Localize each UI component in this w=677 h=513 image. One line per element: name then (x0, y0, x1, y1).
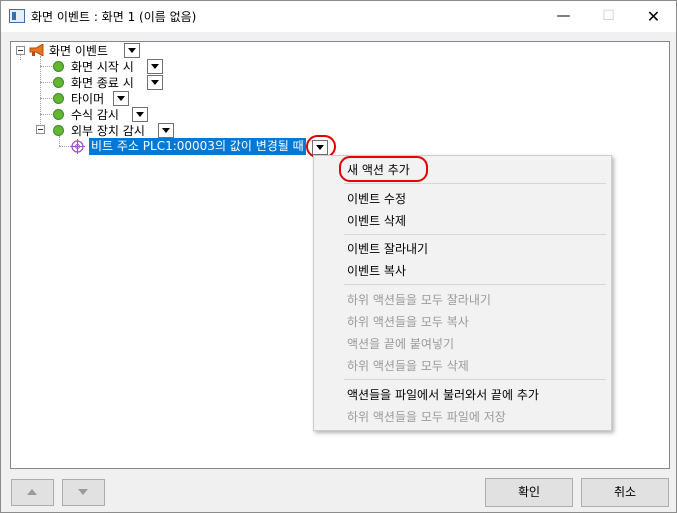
tree-connector (59, 136, 60, 146)
menu-item-paste-action-at-end: 액션을 끝에 붙여넣기 (347, 337, 454, 351)
status-dot-icon (53, 61, 64, 72)
arrow-down-icon (78, 489, 88, 495)
collapse-toggle-external-device[interactable] (36, 125, 45, 134)
status-dot-icon (53, 125, 64, 136)
expression-watch-dropdown-button[interactable] (132, 107, 148, 122)
event-dialog: 화면 이벤트 : 화면 1 (이름 없음) — ☐ ✕ 화면 이벤트 화면 시작… (0, 0, 677, 513)
move-down-button (62, 479, 105, 506)
menu-item-edit-event[interactable]: 이벤트 수정 (347, 190, 406, 207)
minimize-button[interactable]: — (541, 1, 586, 32)
tree-connector (40, 56, 41, 132)
tree-node-timer[interactable]: 타이머 (71, 90, 104, 107)
tree-connector (40, 114, 52, 115)
ok-button[interactable]: 확인 (485, 478, 573, 507)
app-icon (9, 9, 25, 23)
tree-node-root[interactable]: 화면 이벤트 (49, 42, 108, 59)
context-menu: 새 액션 추가 이벤트 수정 이벤트 삭제 이벤트 잘라내기 이벤트 복사 하위… (313, 155, 612, 431)
cancel-button[interactable]: 취소 (581, 478, 669, 507)
external-device-dropdown-button[interactable] (158, 123, 174, 138)
tree-node-screen-start[interactable]: 화면 시작 시 (71, 58, 134, 75)
menu-item-copy-event[interactable]: 이벤트 복사 (347, 262, 406, 279)
timer-dropdown-button[interactable] (113, 91, 129, 106)
menu-item-copy-all-actions: 하위 액션들을 모두 복사 (347, 315, 469, 329)
menu-separator (344, 183, 606, 184)
menu-separator (344, 379, 606, 380)
status-dot-icon (53, 77, 64, 88)
tree-node-screen-end[interactable]: 화면 종료 시 (71, 74, 134, 91)
menu-item-delete-all-actions: 하위 액션들을 모두 삭제 (347, 359, 469, 373)
screen-start-dropdown-button[interactable] (147, 59, 163, 74)
menu-item-cut-event[interactable]: 이벤트 잘라내기 (347, 240, 428, 257)
status-dot-icon (53, 109, 64, 120)
tree-connector (40, 82, 52, 83)
tree-node-expression-watch[interactable]: 수식 감시 (71, 106, 119, 123)
menu-item-load-actions-from-file[interactable]: 액션들을 파일에서 불러와서 끝에 추가 (347, 386, 539, 403)
move-up-button (11, 479, 54, 506)
close-button[interactable]: ✕ (631, 1, 676, 32)
highlight-circle (339, 156, 428, 182)
target-icon (70, 139, 85, 154)
status-dot-icon (53, 93, 64, 104)
menu-separator (344, 284, 606, 285)
menu-item-cut-all-actions: 하위 액션들을 모두 잘라내기 (347, 293, 491, 307)
window-title: 화면 이벤트 : 화면 1 (이름 없음) (31, 10, 197, 24)
menu-separator (344, 234, 606, 235)
maximize-button: ☐ (602, 8, 615, 24)
screen-end-dropdown-button[interactable] (147, 75, 163, 90)
arrow-up-icon (27, 489, 37, 495)
menu-item-save-all-actions-to-file: 하위 액션들을 모두 파일에 저장 (347, 410, 506, 424)
menu-item-delete-event[interactable]: 이벤트 삭제 (347, 212, 406, 229)
tree-node-external-device-watch[interactable]: 외부 장치 감시 (71, 122, 145, 139)
tree-connector (40, 66, 52, 67)
tree-connector (40, 98, 52, 99)
megaphone-icon (29, 44, 44, 56)
collapse-toggle-root[interactable] (16, 46, 25, 55)
tree-node-bit-address-change[interactable]: 비트 주소 PLC1:00003의 값이 변경될 때 (89, 138, 306, 155)
root-dropdown-button[interactable] (124, 43, 140, 58)
title-bar[interactable]: 화면 이벤트 : 화면 1 (이름 없음) — ☐ ✕ (1, 1, 676, 32)
